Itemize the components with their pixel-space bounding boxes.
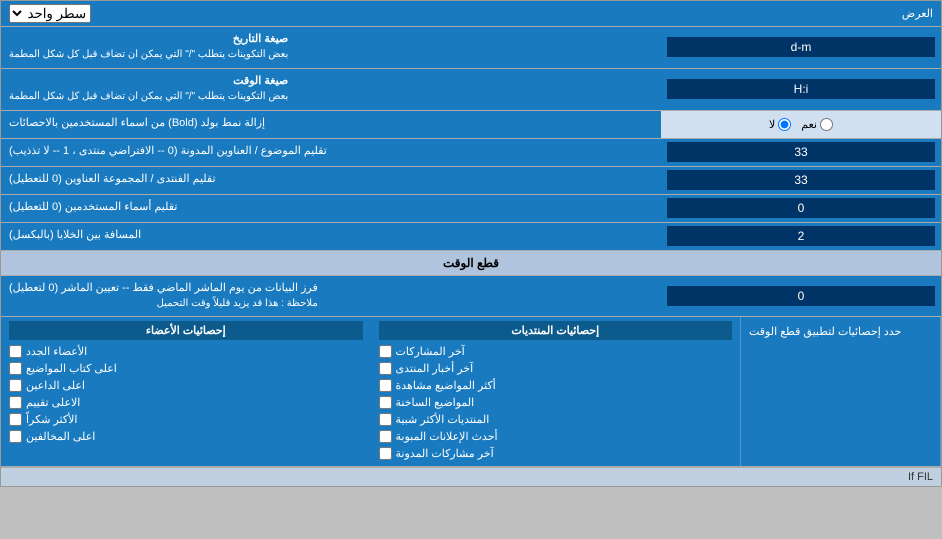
bold-radio-group: نعم لا xyxy=(759,114,843,135)
forum-limit-row: تقليم الفنتدى / المجموعة العناوين (0 للت… xyxy=(1,167,941,195)
header-row: العرض سطر واحد سطران ثلاثة أسطر xyxy=(1,1,941,27)
bold-radio-yes-label[interactable]: نعم xyxy=(801,118,833,131)
checkbox-ads[interactable] xyxy=(379,430,392,443)
user-limit-label: تقليم أسماء المستخدمين (0 للتعطيل) xyxy=(1,195,661,222)
checkbox-blog-posts[interactable] xyxy=(379,447,392,460)
forum-stats-col: إحصائيات المنتديات آخر المشاركات آخر أخب… xyxy=(371,317,742,466)
forum-limit-input[interactable] xyxy=(667,170,935,190)
checkbox-forum-news[interactable] xyxy=(379,362,392,375)
time-format-input[interactable] xyxy=(667,79,935,99)
cell-spacing-row: المسافة بين الخلايا (بالبكسل) xyxy=(1,223,941,251)
bold-remove-row: نعم لا إزالة نمط بولد (Bold) من اسماء ال… xyxy=(1,111,941,139)
checkbox-item-top-violators: اعلى المخالفين xyxy=(9,428,363,445)
if-fil-row: If FIL xyxy=(1,467,941,486)
cell-spacing-label: المسافة بين الخلايا (بالبكسل) xyxy=(1,223,661,250)
member-stats-header: إحصائيات الأعضاء xyxy=(9,321,363,340)
time-cut-label: فرز البيانات من يوم الماشر الماضي فقط --… xyxy=(1,276,661,317)
forum-limit-label: تقليم الفنتدى / المجموعة العناوين (0 للت… xyxy=(1,167,661,194)
topic-limit-label: تقليم الموضوع / العناوين المدونة (0 -- ا… xyxy=(1,139,661,166)
checkbox-item-last-posts: آخر المشاركات xyxy=(379,343,733,360)
checkbox-item-blog-posts: آخر مشاركات المدونة xyxy=(379,445,733,462)
bold-radio-cell: نعم لا xyxy=(661,111,941,138)
if-fil-text: If FIL xyxy=(908,471,933,483)
checkbox-item-popular-forums: المنتديات الأكثر شبية xyxy=(379,411,733,428)
checkbox-new-members[interactable] xyxy=(9,345,22,358)
checkbox-item-top-writers: اعلى كتاب المواضيع xyxy=(9,360,363,377)
date-format-input-cell xyxy=(661,27,941,68)
user-limit-input[interactable] xyxy=(667,198,935,218)
checkbox-item-most-viewed: أكثر المواضيع مشاهدة xyxy=(379,377,733,394)
time-format-row: صيغة الوقت بعض التكوينات يتطلب "/" التي … xyxy=(1,69,941,111)
date-format-row: صيغة التاريخ بعض التكوينات يتطلب "/" الت… xyxy=(1,27,941,69)
time-format-input-cell xyxy=(661,69,941,110)
time-cut-header: قطع الوقت xyxy=(1,251,941,276)
time-cut-input-cell xyxy=(661,276,941,317)
member-stats-col: إحصائيات الأعضاء الأعضاء الجدد اعلى كتاب… xyxy=(1,317,371,466)
limit-checkboxes-section: حدد إحصائيات لتطبيق قطع الوقت إحصائيات ا… xyxy=(1,317,941,467)
checkbox-item-most-thanked: الأكثر شكراً xyxy=(9,411,363,428)
date-format-input[interactable] xyxy=(667,37,935,57)
user-limit-input-cell xyxy=(661,195,941,222)
user-limit-row: تقليم أسماء المستخدمين (0 للتعطيل) xyxy=(1,195,941,223)
cell-spacing-input[interactable] xyxy=(667,226,935,246)
bold-radio-no-label[interactable]: لا xyxy=(769,118,791,131)
checkbox-item-top-rated: الاعلى تقييم xyxy=(9,394,363,411)
bold-radio-no[interactable] xyxy=(778,118,791,131)
checkbox-item-ads: أحدث الإعلانات المبوبة xyxy=(379,428,733,445)
checkbox-most-thanked[interactable] xyxy=(9,413,22,426)
checkbox-top-rated[interactable] xyxy=(9,396,22,409)
checkbox-hot-topics[interactable] xyxy=(379,396,392,409)
checkbox-item-top-inviters: اعلى الداعين xyxy=(9,377,363,394)
time-cut-row: فرز البيانات من يوم الماشر الماضي فقط --… xyxy=(1,276,941,318)
bold-radio-yes[interactable] xyxy=(820,118,833,131)
checkbox-top-writers[interactable] xyxy=(9,362,22,375)
date-format-label: صيغة التاريخ بعض التكوينات يتطلب "/" الت… xyxy=(1,27,661,68)
topic-limit-input[interactable] xyxy=(667,142,935,162)
checkbox-popular-forums[interactable] xyxy=(379,413,392,426)
cell-spacing-input-cell xyxy=(661,223,941,250)
time-format-label: صيغة الوقت بعض التكوينات يتطلب "/" التي … xyxy=(1,69,661,110)
forum-limit-input-cell xyxy=(661,167,941,194)
display-select[interactable]: سطر واحد سطران ثلاثة أسطر xyxy=(9,4,91,23)
forum-stats-header: إحصائيات المنتديات xyxy=(379,321,733,340)
checkbox-top-inviters[interactable] xyxy=(9,379,22,392)
time-cut-input[interactable] xyxy=(667,286,935,306)
topic-limit-row: تقليم الموضوع / العناوين المدونة (0 -- ا… xyxy=(1,139,941,167)
limit-label: حدد إحصائيات لتطبيق قطع الوقت xyxy=(741,317,941,466)
header-label: العرض xyxy=(91,7,933,20)
topic-limit-input-cell xyxy=(661,139,941,166)
checkbox-item-forum-news: آخر أخبار المنتدى xyxy=(379,360,733,377)
checkbox-item-new-members: الأعضاء الجدد xyxy=(9,343,363,360)
checkbox-top-violators[interactable] xyxy=(9,430,22,443)
checkbox-last-posts[interactable] xyxy=(379,345,392,358)
bold-remove-label: إزالة نمط بولد (Bold) من اسماء المستخدمي… xyxy=(1,111,661,138)
checkbox-most-viewed[interactable] xyxy=(379,379,392,392)
checkbox-item-hot-topics: المواضيع الساخنة xyxy=(379,394,733,411)
